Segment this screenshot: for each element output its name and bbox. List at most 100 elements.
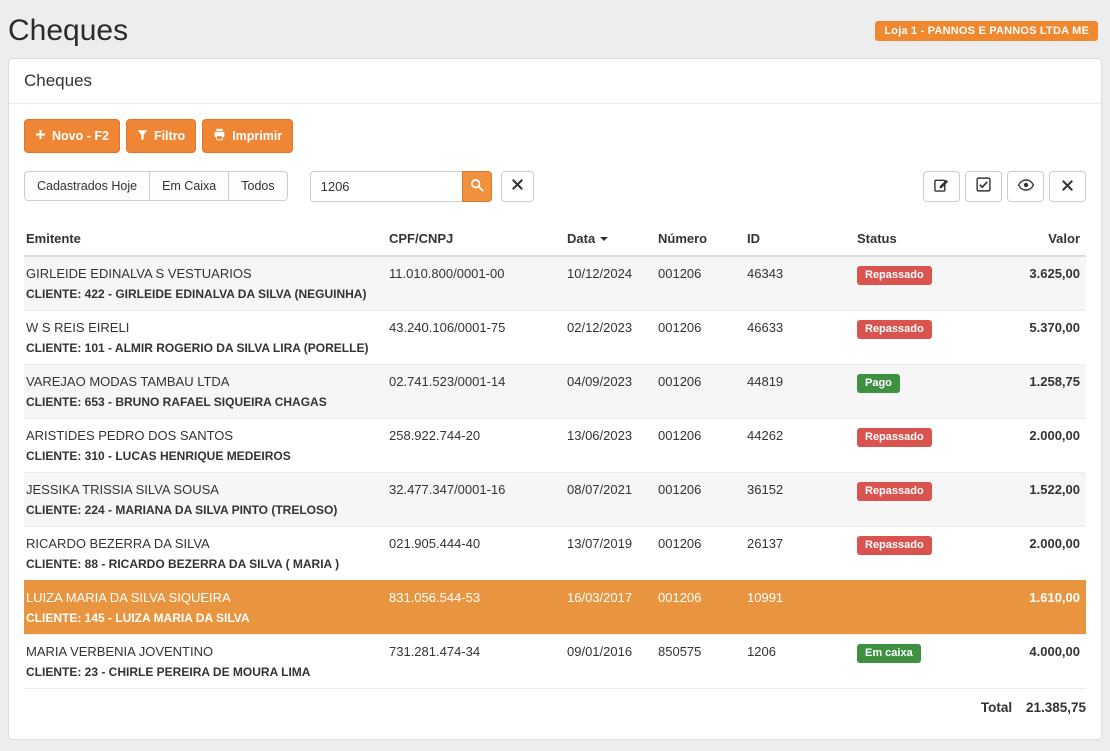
col-id[interactable]: ID	[745, 222, 855, 256]
search-input[interactable]	[310, 171, 462, 202]
status-cell: Repassado	[855, 310, 986, 364]
cheques-table: Emitente CPF/CNPJ Data Número ID Status …	[24, 222, 1086, 724]
emitente-cell: ARISTIDES PEDRO DOS SANTOS CLIENTE: 310 …	[24, 418, 387, 472]
status-badge: Repassado	[857, 320, 932, 339]
data-cell: 08/07/2021	[565, 472, 656, 526]
search-button[interactable]	[462, 171, 492, 202]
cliente-info: CLIENTE: 23 - CHIRLE PEREIRA DE MOURA LI…	[26, 665, 381, 679]
data-cell: 10/12/2024	[565, 256, 656, 311]
col-emitente[interactable]: Emitente	[24, 222, 387, 256]
valor-cell: 4.000,00	[986, 634, 1086, 688]
eye-icon	[1018, 179, 1034, 194]
valor-cell: 5.370,00	[986, 310, 1086, 364]
valor-cell: 2.000,00	[986, 418, 1086, 472]
edit-cheque-button[interactable]	[923, 171, 960, 202]
total-label: Total	[981, 700, 1012, 715]
emitente-cell: MARIA VERBENIA JOVENTINO CLIENTE: 23 - C…	[24, 634, 387, 688]
col-cpf-cnpj[interactable]: CPF/CNPJ	[387, 222, 565, 256]
status-cell: Em caixa	[855, 634, 986, 688]
cliente-info: CLIENTE: 88 - RICARDO BEZERRA DA SILVA (…	[26, 557, 381, 571]
confirm-cheque-button[interactable]	[965, 171, 1002, 202]
view-cheque-button[interactable]	[1007, 171, 1044, 202]
cliente-info: CLIENTE: 422 - GIRLEIDE EDINALVA DA SILV…	[26, 287, 381, 301]
data-cell: 16/03/2017	[565, 580, 656, 634]
cpf-cnpj-cell: 32.477.347/0001-16	[387, 472, 565, 526]
data-cell: 09/01/2016	[565, 634, 656, 688]
id-cell: 10991	[745, 580, 855, 634]
filter-tab-em-caixa[interactable]: Em Caixa	[149, 171, 229, 202]
new-button[interactable]: Novo - F2	[24, 119, 120, 153]
cpf-cnpj-cell: 831.056.544-53	[387, 580, 565, 634]
status-cell	[855, 580, 986, 634]
table-row[interactable]: VAREJAO MODAS TAMBAU LTDA CLIENTE: 653 -…	[24, 364, 1086, 418]
cpf-cnpj-cell: 021.905.444-40	[387, 526, 565, 580]
store-badge: Loja 1 - PANNOS E PANNOS LTDA ME	[875, 21, 1098, 41]
cliente-info: CLIENTE: 224 - MARIANA DA SILVA PINTO (T…	[26, 503, 381, 517]
search-icon	[470, 178, 484, 195]
filter-button-label: Filtro	[154, 130, 185, 143]
status-cell: Pago	[855, 364, 986, 418]
numero-cell: 001206	[656, 256, 745, 311]
cpf-cnpj-cell: 02.741.523/0001-14	[387, 364, 565, 418]
numero-cell: 001206	[656, 526, 745, 580]
data-cell: 04/09/2023	[565, 364, 656, 418]
print-button[interactable]: Imprimir	[202, 119, 293, 153]
total-value: 21.385,75	[1026, 700, 1086, 715]
col-data[interactable]: Data	[565, 222, 656, 256]
emitente-name: RICARDO BEZERRA DA SILVA	[26, 536, 381, 551]
emitente-cell: W S REIS EIRELI CLIENTE: 101 - ALMIR ROG…	[24, 310, 387, 364]
cpf-cnpj-cell: 731.281.474-34	[387, 634, 565, 688]
status-cell: Repassado	[855, 472, 986, 526]
emitente-cell: RICARDO BEZERRA DA SILVA CLIENTE: 88 - R…	[24, 526, 387, 580]
status-badge: Pago	[857, 374, 900, 393]
col-numero[interactable]: Número	[656, 222, 745, 256]
numero-cell: 001206	[656, 310, 745, 364]
emitente-cell: LUIZA MARIA DA SILVA SIQUEIRA CLIENTE: 1…	[24, 580, 387, 634]
edit-icon	[934, 177, 949, 195]
row-action-group	[923, 171, 1086, 202]
numero-cell: 001206	[656, 472, 745, 526]
col-valor[interactable]: Valor	[986, 222, 1086, 256]
table-row[interactable]: JESSIKA TRISSIA SILVA SOUSA CLIENTE: 224…	[24, 472, 1086, 526]
table-row[interactable]: LUIZA MARIA DA SILVA SIQUEIRA CLIENTE: 1…	[24, 580, 1086, 634]
check-square-icon	[976, 177, 991, 195]
data-cell: 13/07/2019	[565, 526, 656, 580]
new-button-label: Novo - F2	[52, 130, 109, 143]
id-cell: 46633	[745, 310, 855, 364]
emitente-name: GIRLEIDE EDINALVA S VESTUARIOS	[26, 266, 381, 281]
table-row[interactable]: ARISTIDES PEDRO DOS SANTOS CLIENTE: 310 …	[24, 418, 1086, 472]
printer-icon	[213, 128, 226, 144]
emitente-cell: GIRLEIDE EDINALVA S VESTUARIOS CLIENTE: …	[24, 256, 387, 311]
numero-cell: 001206	[656, 418, 745, 472]
table-row[interactable]: GIRLEIDE EDINALVA S VESTUARIOS CLIENTE: …	[24, 256, 1086, 311]
filter-tab-todos[interactable]: Todos	[228, 171, 287, 202]
col-status[interactable]: Status	[855, 222, 986, 256]
status-badge: Repassado	[857, 482, 932, 501]
table-row[interactable]: RICARDO BEZERRA DA SILVA CLIENTE: 88 - R…	[24, 526, 1086, 580]
panel-header: Cheques	[9, 59, 1101, 104]
emitente-name: W S REIS EIRELI	[26, 320, 381, 335]
filter-icon	[137, 129, 148, 144]
numero-cell: 001206	[656, 364, 745, 418]
table-row[interactable]: MARIA VERBENIA JOVENTINO CLIENTE: 23 - C…	[24, 634, 1086, 688]
filter-tab-cadastrados-hoje[interactable]: Cadastrados Hoje	[24, 171, 150, 202]
clear-search-button[interactable]	[501, 171, 534, 202]
valor-cell: 1.258,75	[986, 364, 1086, 418]
print-button-label: Imprimir	[232, 130, 282, 143]
total-row: Total 21.385,75	[24, 688, 1086, 724]
id-cell: 26137	[745, 526, 855, 580]
valor-cell: 1.610,00	[986, 580, 1086, 634]
id-cell: 36152	[745, 472, 855, 526]
valor-cell: 3.625,00	[986, 256, 1086, 311]
cancel-cheque-button[interactable]	[1049, 171, 1086, 202]
status-badge: Em caixa	[857, 644, 921, 663]
sort-caret-icon	[600, 237, 608, 241]
table-row[interactable]: W S REIS EIRELI CLIENTE: 101 - ALMIR ROG…	[24, 310, 1086, 364]
panel-body: Novo - F2 Filtro Imprimir Cadastrados Ho…	[9, 104, 1101, 739]
page-header: Cheques Loja 1 - PANNOS E PANNOS LTDA ME	[0, 0, 1110, 58]
status-cell: Repassado	[855, 418, 986, 472]
plus-icon	[35, 129, 46, 143]
id-cell: 44819	[745, 364, 855, 418]
filter-button[interactable]: Filtro	[126, 119, 196, 153]
cheques-panel: Cheques Novo - F2 Filtro Imprimir Cadast…	[8, 58, 1102, 740]
